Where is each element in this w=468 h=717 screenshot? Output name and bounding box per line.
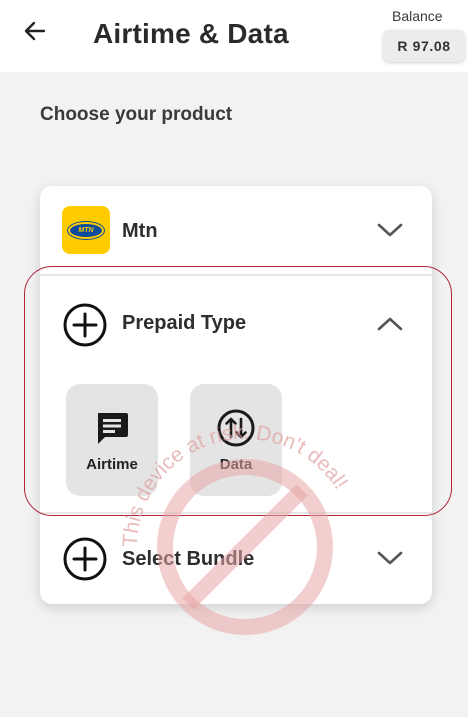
chevron-up-icon: [376, 310, 404, 338]
prepaid-type-label: Prepaid Type: [122, 312, 247, 334]
mtn-logo: MTN: [62, 206, 110, 254]
network-name: Mtn: [122, 220, 158, 242]
chevron-down-icon: [376, 544, 404, 572]
network-selector[interactable]: MTN Mtn: [40, 186, 432, 276]
prepaid-type-toggle[interactable]: Prepaid Type: [40, 278, 432, 368]
message-icon: [92, 408, 132, 448]
airtime-label: Airtime: [86, 455, 138, 473]
section-heading: Choose your product: [40, 104, 233, 125]
app-header: Airtime & Data Balance R 97.08: [0, 0, 468, 72]
select-bundle-toggle[interactable]: Select Bundle: [40, 516, 432, 602]
back-button[interactable]: [18, 14, 52, 48]
divider: [40, 512, 432, 514]
back-arrow-icon: [24, 21, 46, 41]
plus-circle-icon: [63, 303, 107, 347]
divider: [40, 274, 432, 276]
select-bundle-label: Select Bundle: [122, 548, 255, 570]
up-down-arrows-icon: [216, 408, 256, 448]
airtime-tile[interactable]: Airtime: [66, 384, 158, 496]
data-label: Data: [219, 455, 253, 473]
balance-label: Balance: [392, 8, 443, 24]
prepaid-options: Airtime Data: [66, 384, 282, 496]
page-title: Airtime & Data: [93, 18, 289, 49]
plus-circle-icon: [63, 537, 107, 581]
data-tile[interactable]: Data: [190, 384, 282, 496]
balance-badge: R 97.08: [383, 30, 465, 62]
product-card: MTN Mtn Prepaid Type Airtime Data Select…: [40, 186, 432, 604]
chevron-down-icon: [376, 216, 404, 244]
